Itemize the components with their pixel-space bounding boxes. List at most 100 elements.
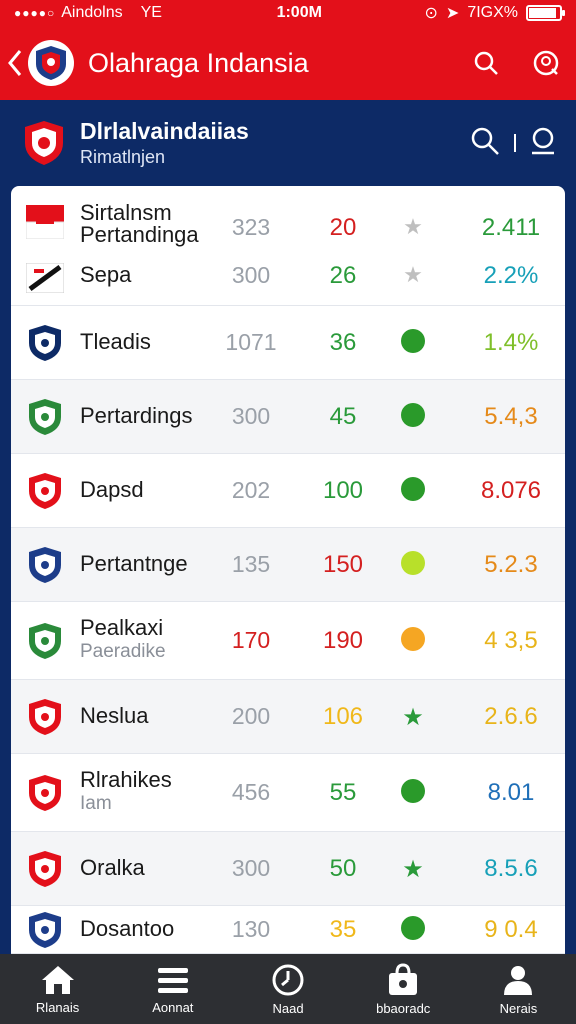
team-name: Pertantnge — [80, 551, 188, 576]
bottom-nav: Rlanais Aonnat Naad bbaoradc Nerais — [0, 954, 576, 1024]
app-title: Olahraga Indansia — [88, 47, 309, 78]
team-name: Dapsd — [80, 477, 144, 502]
team-subname: Iam — [80, 793, 112, 814]
carrier-name: Aindolns — [61, 4, 123, 21]
info-icon — [532, 127, 554, 154]
nav-label: Nerais — [499, 1000, 538, 1016]
team-name: Tleadis — [80, 329, 151, 354]
stat-rating: 1.4% — [483, 329, 539, 356]
table-row[interactable]: Rlrahikes Iam 456 55 8.01 — [11, 754, 565, 832]
person-icon — [504, 965, 533, 995]
stat-rating: 8.5.6 — [484, 855, 538, 882]
chevron-left-icon — [8, 50, 22, 76]
app-bar: Olahraga Indansia — [0, 26, 576, 100]
stat-rating: 2.2% — [483, 262, 539, 289]
stat-played: 300 — [231, 403, 271, 429]
team-name: Oralka — [80, 855, 145, 880]
stat-points: 26 — [329, 262, 357, 289]
stat-points: 45 — [329, 403, 357, 430]
stat-played: 130 — [231, 916, 271, 942]
stat-points: 20 — [329, 214, 357, 241]
network-type: YE — [140, 4, 162, 21]
status-dot — [393, 779, 433, 803]
stat-played: 200 — [231, 703, 271, 729]
table-row[interactable]: Neslua 200 106 ★ 2.6.6 — [11, 680, 565, 754]
stat-points: 36 — [329, 329, 357, 356]
team-name: Pertardings — [80, 403, 193, 428]
nav-menu[interactable]: Aonnat — [115, 954, 230, 1024]
status-bar: ●●●●○ Aindolns YE 1:00M ⊙ ➤ 7IGX% — [0, 0, 576, 26]
clock-icon — [272, 964, 304, 995]
team-name: Rlrahikes — [80, 767, 172, 792]
search-icon — [474, 51, 498, 75]
battery-icon — [526, 5, 565, 21]
team-crest-icon — [25, 621, 65, 661]
league-search-button[interactable] — [470, 126, 500, 161]
table-row[interactable]: Oralka 300 50 ★ 8.5.6 — [11, 832, 565, 906]
favorite-star-icon[interactable]: ★ — [393, 262, 433, 288]
team-crest-icon — [25, 397, 65, 437]
team-subname: Paeradike — [80, 641, 166, 662]
favorite-star-icon[interactable]: ★ — [393, 214, 433, 240]
table-row[interactable]: Pealkaxi Paeradike 170 190 4 3,5 — [11, 602, 565, 680]
nav-label: Rlanais — [35, 999, 80, 1015]
stat-points: 150 — [322, 551, 364, 578]
stat-rating: 9 0.4 — [484, 916, 538, 943]
team-name: Dosantoo — [80, 916, 175, 941]
favorite-star-icon[interactable]: ★ — [393, 703, 433, 732]
table-row[interactable]: Pertantnge 135 150 5.2.3 — [11, 528, 565, 602]
team-name: Pealkaxi — [80, 615, 164, 640]
table-row[interactable]: Dapsd 202 100 8.076 — [11, 454, 565, 528]
nav-label: Aonnat — [152, 999, 194, 1015]
team-flag-icon — [25, 202, 65, 242]
nav-profile[interactable]: Nerais — [461, 954, 576, 1024]
stat-played: 170 — [231, 627, 271, 653]
table-row[interactable]: Tleadis 1071 36 1.4% — [11, 306, 565, 380]
team-name: Neslua — [80, 703, 149, 728]
league-subtitle: Rimatlnjen — [80, 147, 166, 167]
nav-shop[interactable]: bbaoradc — [346, 954, 461, 1024]
nav-label: bbaoradc — [376, 1000, 431, 1016]
back-button[interactable] — [2, 26, 28, 100]
league-info-button[interactable] — [530, 126, 556, 161]
stat-rating: 5.2.3 — [484, 551, 538, 578]
alarm-icon: ⊙ — [424, 5, 438, 22]
stat-rating: 2.6.6 — [484, 703, 538, 730]
table-row[interactable]: Sirtalnsm Pertandinga Sepa 323 300 20 26… — [11, 186, 565, 306]
divider — [514, 134, 516, 152]
team-flag-icon — [25, 258, 65, 298]
nav-clock[interactable]: Naad — [230, 954, 345, 1024]
stat-points: 35 — [329, 916, 357, 943]
location-icon: ➤ — [445, 5, 460, 22]
menu-icon — [157, 967, 188, 993]
profile-button[interactable] — [516, 26, 576, 100]
search-icon — [471, 127, 499, 155]
stat-played: 456 — [231, 779, 271, 805]
nav-home[interactable]: Rlanais — [0, 954, 115, 1024]
status-dot — [393, 403, 433, 427]
team-crest-icon — [25, 849, 65, 889]
stat-rating: 8.076 — [480, 477, 542, 504]
stat-rating: 8.01 — [487, 779, 535, 806]
favorite-star-icon[interactable]: ★ — [393, 855, 433, 884]
team-crest-icon — [25, 910, 65, 950]
team-crest-icon — [25, 545, 65, 585]
status-dot — [393, 627, 433, 651]
stat-points: 55 — [329, 779, 357, 806]
stat-played: 323 — [231, 214, 271, 240]
search-button[interactable] — [456, 26, 516, 100]
battery-percent: 7IGX% — [467, 4, 518, 21]
status-dot — [393, 551, 433, 575]
stat-played: 300 — [231, 262, 271, 288]
team-crest-icon — [25, 323, 65, 363]
stat-rating: 2.411 — [481, 214, 541, 241]
bag-icon — [389, 962, 418, 995]
status-dot — [393, 329, 433, 353]
app-logo — [28, 40, 74, 86]
table-row[interactable]: Pertardings 300 45 5.4,3 — [11, 380, 565, 454]
table-row[interactable]: Dosantoo 130 35 9 0.4 — [11, 906, 565, 954]
stat-played: 300 — [231, 855, 271, 881]
status-dot — [393, 477, 433, 501]
stat-played: 202 — [231, 477, 271, 503]
team-name: Sepa — [80, 262, 132, 287]
